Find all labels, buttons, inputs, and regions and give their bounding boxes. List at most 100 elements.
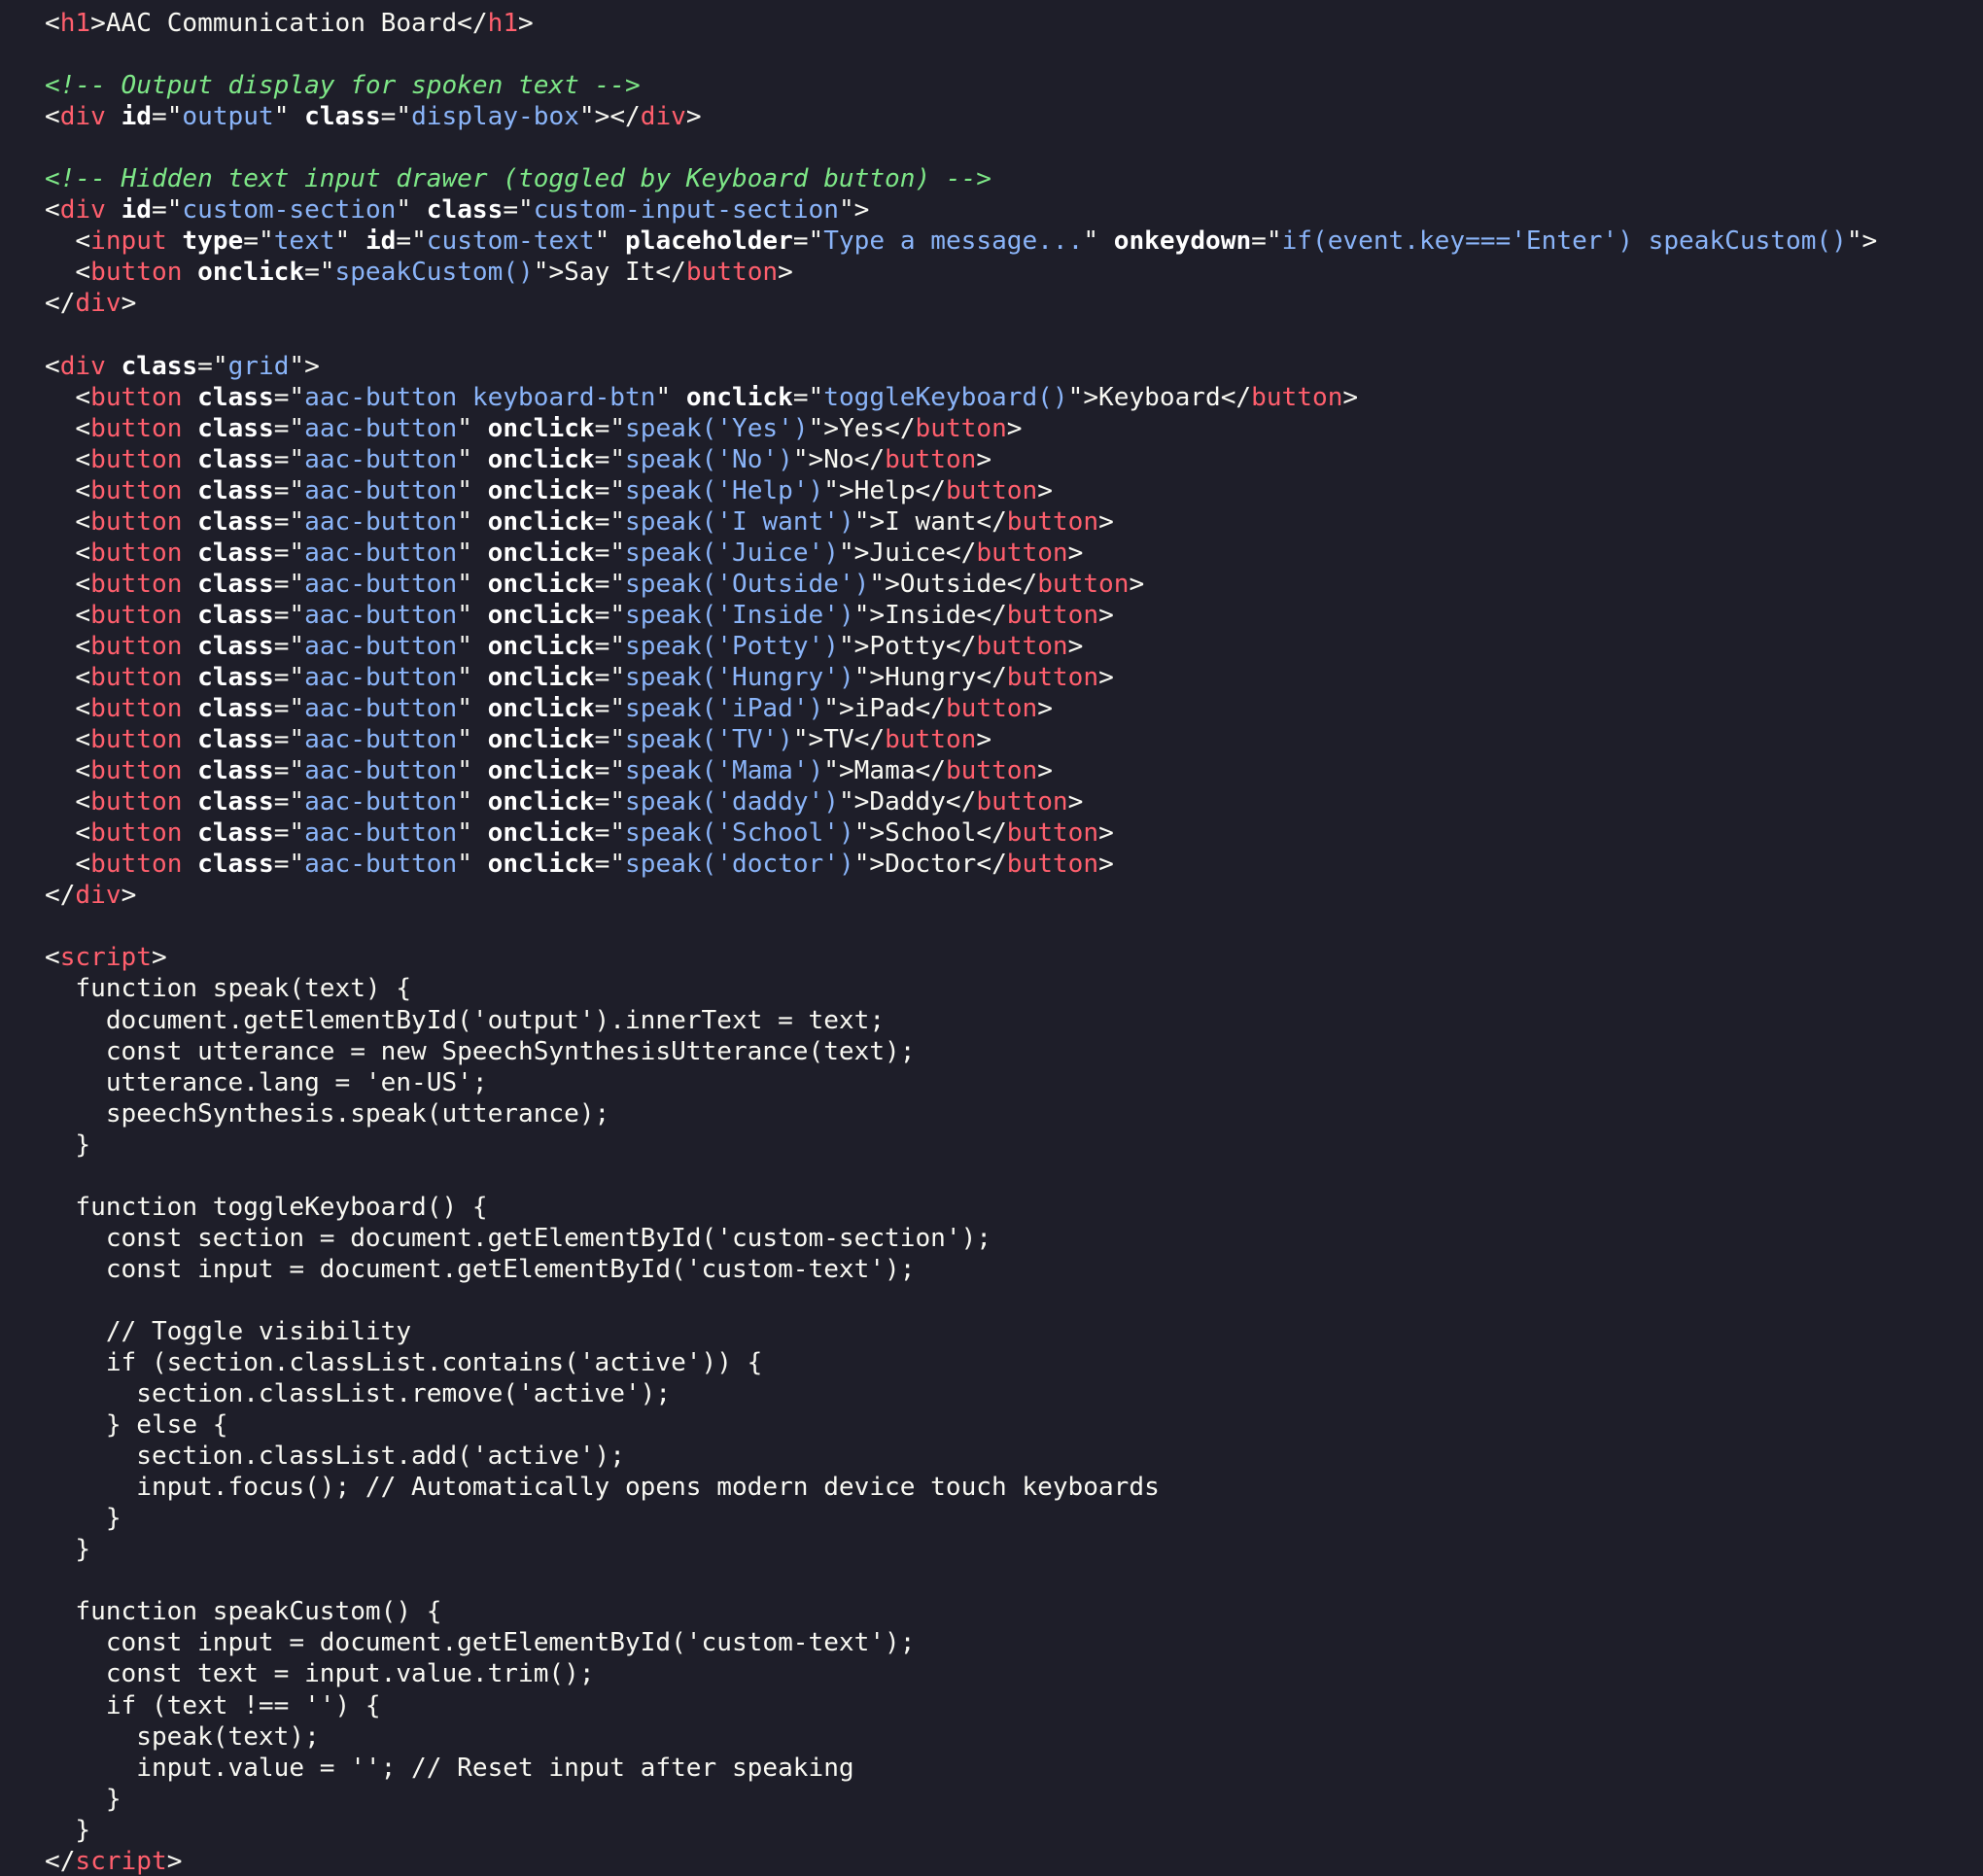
code-punctuation: "> [838,195,870,226]
code-attribute-value: toggleKeyboard() [823,382,1068,412]
code-attribute-name: class [197,444,274,474]
code-line: document.getElementById('output').innerT… [45,1005,1983,1036]
code-line: <button class="aac-button" onclick="spea… [45,817,1983,849]
code-line: if (section.classList.contains('active')… [45,1347,1983,1378]
code-line: <button class="aac-button" onclick="spea… [45,506,1983,538]
code-text: function toggleKeyboard() { [45,1192,488,1222]
code-tag-name: button [1006,506,1099,537]
code-punctuation: < [45,787,91,817]
code-punctuation: =" [594,538,626,568]
code-tag-name: button [90,413,183,443]
code-punctuation: > [1006,413,1023,443]
code-punctuation [182,725,197,754]
code-attribute-value: speak('Inside') [625,600,854,630]
code-punctuation: =" [396,226,427,257]
code-attribute-value: output [182,102,274,132]
code-line: const input = document.getElementById('c… [45,1254,1983,1285]
code-punctuation: < [45,351,60,381]
code-tag-name: button [90,631,183,661]
code-punctuation [106,102,122,131]
code-line: <input type="text" id="custom-text" plac… [45,226,1983,257]
code-attribute-value: aac-button [304,756,458,786]
code-punctuation: > [151,943,167,973]
code-punctuation: < [45,258,91,288]
code-tag-name: button [1037,569,1130,599]
code-punctuation: "> [289,351,320,381]
code-punctuation: ">School</ [853,818,1007,849]
code-line: <button onclick="speakCustom()">Say It</… [45,257,1983,288]
code-punctuation: > [976,444,992,474]
code-punctuation: =" [273,444,305,474]
code-attribute-name: class [197,382,274,412]
code-tag-name: button [90,818,183,849]
code-punctuation: =" [273,631,305,661]
code-line: </div> [45,880,1983,911]
code-attribute-name: type [182,226,244,257]
code-text: const text = input.value.trim(); [45,1659,595,1689]
code-tag-name: button [976,538,1068,568]
code-punctuation: < [45,600,91,630]
code-punctuation: ">Help</ [823,475,946,505]
code-attribute-name: onclick [487,569,595,599]
code-punctuation: > [976,725,992,755]
code-line: if (text !== '') { [45,1690,1983,1721]
code-attribute-value: aac-button [304,725,458,755]
code-punctuation [182,383,197,412]
code-line: <script> [45,942,1983,973]
code-attribute-name: onclick [487,600,595,630]
code-attribute-name: id [121,102,152,132]
code-punctuation [182,632,197,661]
code-text: speechSynthesis.speak(utterance); [45,1098,610,1129]
code-punctuation [182,601,197,630]
code-line: <button class="aac-button" onclick="spea… [45,413,1983,444]
code-tag-name: button [945,694,1038,724]
code-editor[interactable]: <h1>AAC Communication Board</h1> <!-- Ou… [0,0,1983,1876]
code-punctuation: > [1037,694,1053,724]
code-punctuation: =" [273,756,305,786]
code-attribute-name: class [197,506,274,537]
code-line: // Toggle visibility [45,1316,1983,1347]
code-line: speechSynthesis.speak(utterance); [45,1098,1983,1129]
code-attribute-name: onkeydown [1113,226,1252,257]
code-punctuation [182,414,197,443]
code-punctuation: " [457,475,488,505]
code-line: } [45,1503,1983,1534]
code-text: if (section.classList.contains('active')… [45,1348,763,1378]
code-punctuation: =" [594,756,626,786]
code-text: input.focus(); // Automatically opens mo… [45,1473,1160,1503]
code-punctuation: =" [594,413,626,443]
code-comment: <!-- Hidden text input drawer (toggled b… [45,164,992,194]
code-punctuation: =" [273,725,305,755]
code-punctuation: > [1129,569,1145,599]
code-tag-name: div [640,102,686,132]
code-attribute-name: onclick [487,444,595,474]
code-line: } [45,1534,1983,1565]
code-punctuation: =" [594,569,626,599]
code-punctuation: " [457,631,488,661]
code-punctuation: =" [273,818,305,849]
code-punctuation: > [1037,756,1053,786]
code-punctuation: " [457,694,488,724]
code-text: document.getElementById('output').innerT… [45,1005,886,1035]
code-line: <!-- Output display for spoken text --> [45,70,1983,101]
code-line: } [45,1815,1983,1846]
code-punctuation: ">I want</ [853,506,1007,537]
code-punctuation: ">Juice</ [838,538,977,568]
code-tag-name: div [59,102,106,132]
code-punctuation: =" [503,195,534,226]
code-punctuation: < [45,725,91,755]
code-punctuation: " [457,787,488,817]
code-attribute-name: class [197,538,274,568]
code-text: speak(text); [45,1721,320,1752]
code-line: input.value = ''; // Reset input after s… [45,1753,1983,1784]
code-punctuation: < [45,631,91,661]
code-punctuation: < [45,818,91,849]
code-punctuation [106,195,122,225]
code-punctuation: =" [594,787,626,817]
code-line: <button class="aac-button" onclick="spea… [45,538,1983,569]
code-punctuation: =" [273,850,305,880]
code-punctuation: > [1098,850,1114,880]
code-line: const text = input.value.trim(); [45,1658,1983,1689]
